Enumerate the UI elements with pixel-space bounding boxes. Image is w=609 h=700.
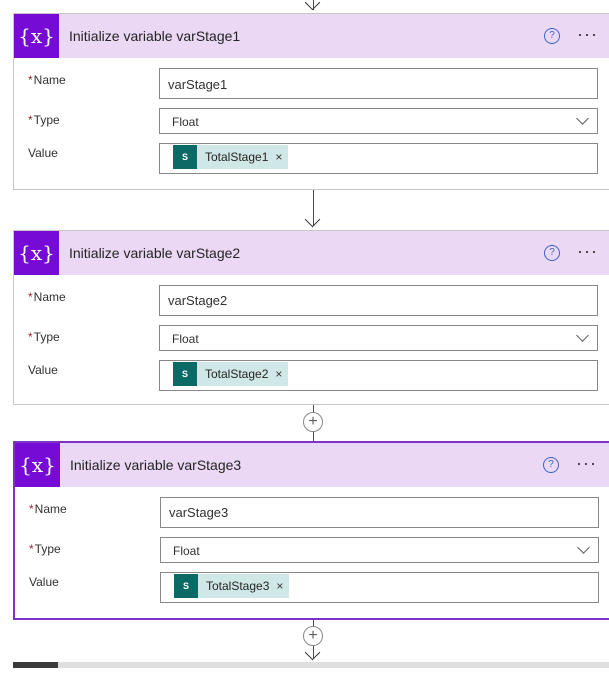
variable-icon: {x} [14,231,59,275]
name-input[interactable]: varStage3 [160,497,599,528]
card-title[interactable]: Initialize variable varStage1 [69,28,240,44]
value-row: Value S TotalStage2 × [14,360,609,401]
remove-token-icon[interactable]: × [275,367,282,381]
name-label: *Name [28,290,66,304]
value-input[interactable]: S TotalStage3 × [160,572,599,603]
value-row: Value S TotalStage1 × [14,143,609,184]
type-dropdown[interactable]: Float [160,537,599,563]
name-input[interactable]: varStage1 [159,68,598,99]
more-options-icon[interactable]: ··· [577,241,598,261]
name-input[interactable]: varStage2 [159,285,598,316]
name-row: *Name varStage3 [15,497,609,537]
card-header[interactable]: {x} Initialize variable varStage3 ? ··· [15,443,609,487]
next-action-card[interactable] [13,662,609,668]
variable-icon: {x} [15,443,60,487]
required-marker: * [29,542,34,556]
type-label: *Type [28,113,60,127]
type-dropdown[interactable]: Float [159,108,598,134]
chevron-down-icon[interactable] [576,329,589,342]
name-row: *Name varStage2 [14,285,609,325]
required-marker: * [28,330,33,344]
chevron-down-icon[interactable] [576,112,589,125]
value-input[interactable]: S TotalStage1 × [159,143,598,174]
type-label: *Type [29,542,61,556]
type-selected-value: Float [172,332,199,346]
more-options-icon[interactable]: ··· [577,24,598,44]
name-row: *Name varStage1 [14,68,609,108]
required-marker: * [29,502,34,516]
name-label: *Name [29,502,67,516]
required-marker: * [28,113,33,127]
sharepoint-icon: S [173,362,197,386]
required-marker: * [28,290,33,304]
sharepoint-icon: S [173,145,197,169]
token-label: TotalStage2 [205,367,269,381]
chevron-down-icon[interactable] [577,541,590,554]
type-row: *Type Float [14,108,609,144]
value-label: Value [29,575,59,589]
help-icon[interactable]: ? [543,457,559,473]
card-title[interactable]: Initialize variable varStage2 [69,245,240,261]
dynamic-content-token[interactable]: S TotalStage3 × [174,574,290,598]
value-input[interactable]: S TotalStage2 × [159,360,598,391]
value-label: Value [28,146,58,160]
value-row: Value S TotalStage3 × [15,572,609,613]
type-selected-value: Float [173,544,200,558]
value-label: Value [28,363,58,377]
dynamic-content-token[interactable]: S TotalStage2 × [173,362,289,386]
card-title[interactable]: Initialize variable varStage3 [70,457,241,473]
more-options-icon[interactable]: ··· [576,453,597,473]
add-step-icon[interactable]: + [303,412,323,432]
type-dropdown[interactable]: Float [159,325,598,351]
add-step-icon[interactable]: + [303,626,323,646]
card-header[interactable]: {x} Initialize variable varStage1 ? ··· [14,14,609,58]
required-marker: * [28,73,33,87]
arrow-down-icon [304,0,321,11]
variable-icon: {x} [14,14,59,58]
help-icon[interactable]: ? [544,245,560,261]
arrow-down-icon [304,211,321,228]
action-card-init-var-stage3[interactable]: {x} Initialize variable varStage3 ? ··· … [13,441,609,620]
token-label: TotalStage3 [206,579,270,593]
sharepoint-icon: S [174,574,198,598]
remove-token-icon[interactable]: × [276,579,283,593]
token-label: TotalStage1 [205,150,269,164]
next-action-icon [13,662,58,668]
card-header[interactable]: {x} Initialize variable varStage2 ? ··· [14,231,609,275]
type-row: *Type Float [14,325,609,361]
action-card-init-var-stage2[interactable]: {x} Initialize variable varStage2 ? ··· … [13,230,609,405]
help-icon[interactable]: ? [544,28,560,44]
type-selected-value: Float [172,115,199,129]
arrow-down-icon [304,644,321,661]
remove-token-icon[interactable]: × [275,150,282,164]
type-label: *Type [28,330,60,344]
action-card-init-var-stage1[interactable]: {x} Initialize variable varStage1 ? ··· … [13,13,609,190]
name-label: *Name [28,73,66,87]
type-row: *Type Float [15,537,609,573]
dynamic-content-token[interactable]: S TotalStage1 × [173,145,289,169]
